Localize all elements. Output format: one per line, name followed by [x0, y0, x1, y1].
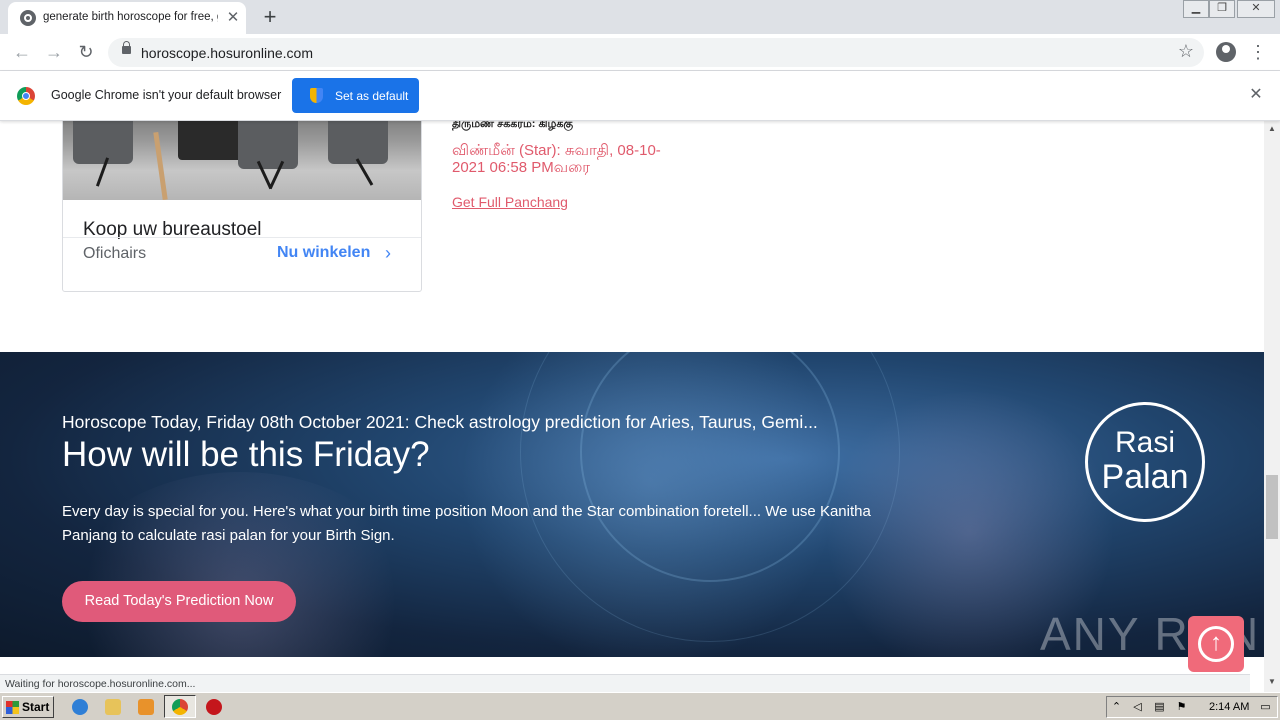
- stop-icon[interactable]: [206, 699, 222, 715]
- flag-icon[interactable]: ⚑: [1175, 701, 1188, 714]
- ad-brand: Ofichairs: [83, 245, 147, 262]
- scroll-down-icon[interactable]: ▼: [1268, 677, 1276, 686]
- scrollbar-thumb[interactable]: [1266, 475, 1278, 539]
- reload-icon[interactable]: ↻: [74, 40, 98, 64]
- hero-title: How will be this Friday?: [62, 435, 430, 474]
- horoscope-hero-banner: Horoscope Today, Friday 08th October 202…: [0, 352, 1264, 657]
- tab-close-icon[interactable]: ✕: [223, 8, 243, 28]
- system-tray: ⌃ ◁ ▤ ⚑ 2:14 AM ▭: [1106, 696, 1278, 718]
- shield-icon: [310, 88, 323, 103]
- status-text: Waiting for horoscope.hosuronline.com...: [5, 678, 196, 690]
- rasi-palan-line2: Palan: [1101, 458, 1189, 496]
- tab-title: generate birth horoscope for free, get: [43, 11, 218, 23]
- ad-image: [63, 121, 421, 200]
- media-player-icon[interactable]: [138, 699, 154, 715]
- internet-explorer-icon[interactable]: [72, 699, 88, 715]
- scroll-to-top-button[interactable]: ↑: [1188, 616, 1244, 672]
- full-panchang-link[interactable]: Get Full Panchang: [452, 194, 568, 210]
- start-label: Start: [22, 700, 50, 714]
- minimize-button[interactable]: ▁: [1183, 0, 1209, 18]
- infobar-close-icon[interactable]: ✕: [1247, 86, 1265, 104]
- start-button[interactable]: Start: [2, 696, 54, 718]
- scroll-up-icon[interactable]: ▲: [1268, 124, 1276, 133]
- restore-button[interactable]: ❐: [1209, 0, 1235, 18]
- taskbar-chrome-button[interactable]: [164, 695, 196, 718]
- folder-icon[interactable]: [105, 699, 121, 715]
- hero-body: Every day is special for you. Here's wha…: [62, 503, 871, 544]
- back-icon[interactable]: ←: [10, 40, 34, 64]
- arrow-up-icon: ↑: [1210, 629, 1222, 656]
- forward-icon[interactable]: →: [42, 40, 66, 64]
- status-bubble: Waiting for horoscope.hosuronline.com...: [0, 674, 1250, 692]
- default-browser-infobar: Google Chrome isn't your default browser…: [0, 71, 1280, 121]
- set-as-default-button[interactable]: Set as default: [292, 78, 419, 113]
- chrome-taskbar-icon: [172, 699, 188, 715]
- hero-subtitle: Horoscope Today, Friday 08th October 202…: [62, 412, 818, 432]
- window-close-button[interactable]: ✕: [1237, 0, 1275, 18]
- windows-logo-icon: [6, 701, 19, 714]
- browser-tab[interactable]: generate birth horoscope for free, get ✕: [8, 2, 246, 34]
- tray-expand-icon[interactable]: ⌃: [1110, 701, 1123, 714]
- rasi-palan-badge: Rasi Palan: [1085, 402, 1205, 522]
- page-scrollbar[interactable]: ▲ ▼: [1264, 121, 1280, 692]
- star-icon[interactable]: ☆: [1178, 41, 1194, 62]
- clock[interactable]: 2:14 AM: [1209, 701, 1249, 713]
- account-icon[interactable]: [1216, 42, 1236, 62]
- tab-strip: generate birth horoscope for free, get ✕…: [0, 0, 1280, 34]
- chrome-logo-icon: [17, 87, 35, 105]
- chevron-right-icon[interactable]: ›: [385, 243, 391, 264]
- read-prediction-button[interactable]: Read Today's Prediction Now: [62, 581, 296, 622]
- infobar-text: Google Chrome isn't your default browser: [51, 88, 282, 102]
- show-desktop-icon[interactable]: ▭: [1259, 701, 1272, 714]
- rasi-palan-line1: Rasi: [1114, 426, 1175, 459]
- ad-card[interactable]: Koop uw bureaustoel Ofichairs Nu winkele…: [62, 121, 422, 292]
- panchang-star: விண்மீன் (Star): சுவாதி, 08-10-2021 06:5…: [452, 142, 661, 176]
- ad-divider: [63, 237, 421, 238]
- windows-taskbar: Start ⌃ ◁ ▤ ⚑ 2:14 AM ▭: [0, 692, 1280, 720]
- new-tab-button[interactable]: +: [258, 5, 282, 29]
- volume-icon[interactable]: ◁: [1131, 701, 1144, 714]
- url-text[interactable]: horoscope.hosuronline.com: [141, 45, 313, 61]
- globe-icon: [20, 10, 36, 26]
- set-as-default-label: Set as default: [335, 89, 409, 103]
- menu-icon[interactable]: ⋮: [1248, 40, 1268, 64]
- lock-icon: [122, 41, 131, 54]
- ad-shop-link[interactable]: Nu winkelen: [277, 244, 370, 262]
- network-icon[interactable]: ▤: [1153, 701, 1166, 714]
- browser-toolbar: ← → ↻ horoscope.hosuronline.com ☆: [0, 34, 1280, 71]
- page-viewport: Koop uw bureaustoel Ofichairs Nu winkele…: [0, 121, 1264, 674]
- address-bar[interactable]: horoscope.hosuronline.com ☆: [108, 38, 1204, 67]
- panchang-direction: திருமண சக்கரம்: கிழக்கு: [452, 121, 574, 130]
